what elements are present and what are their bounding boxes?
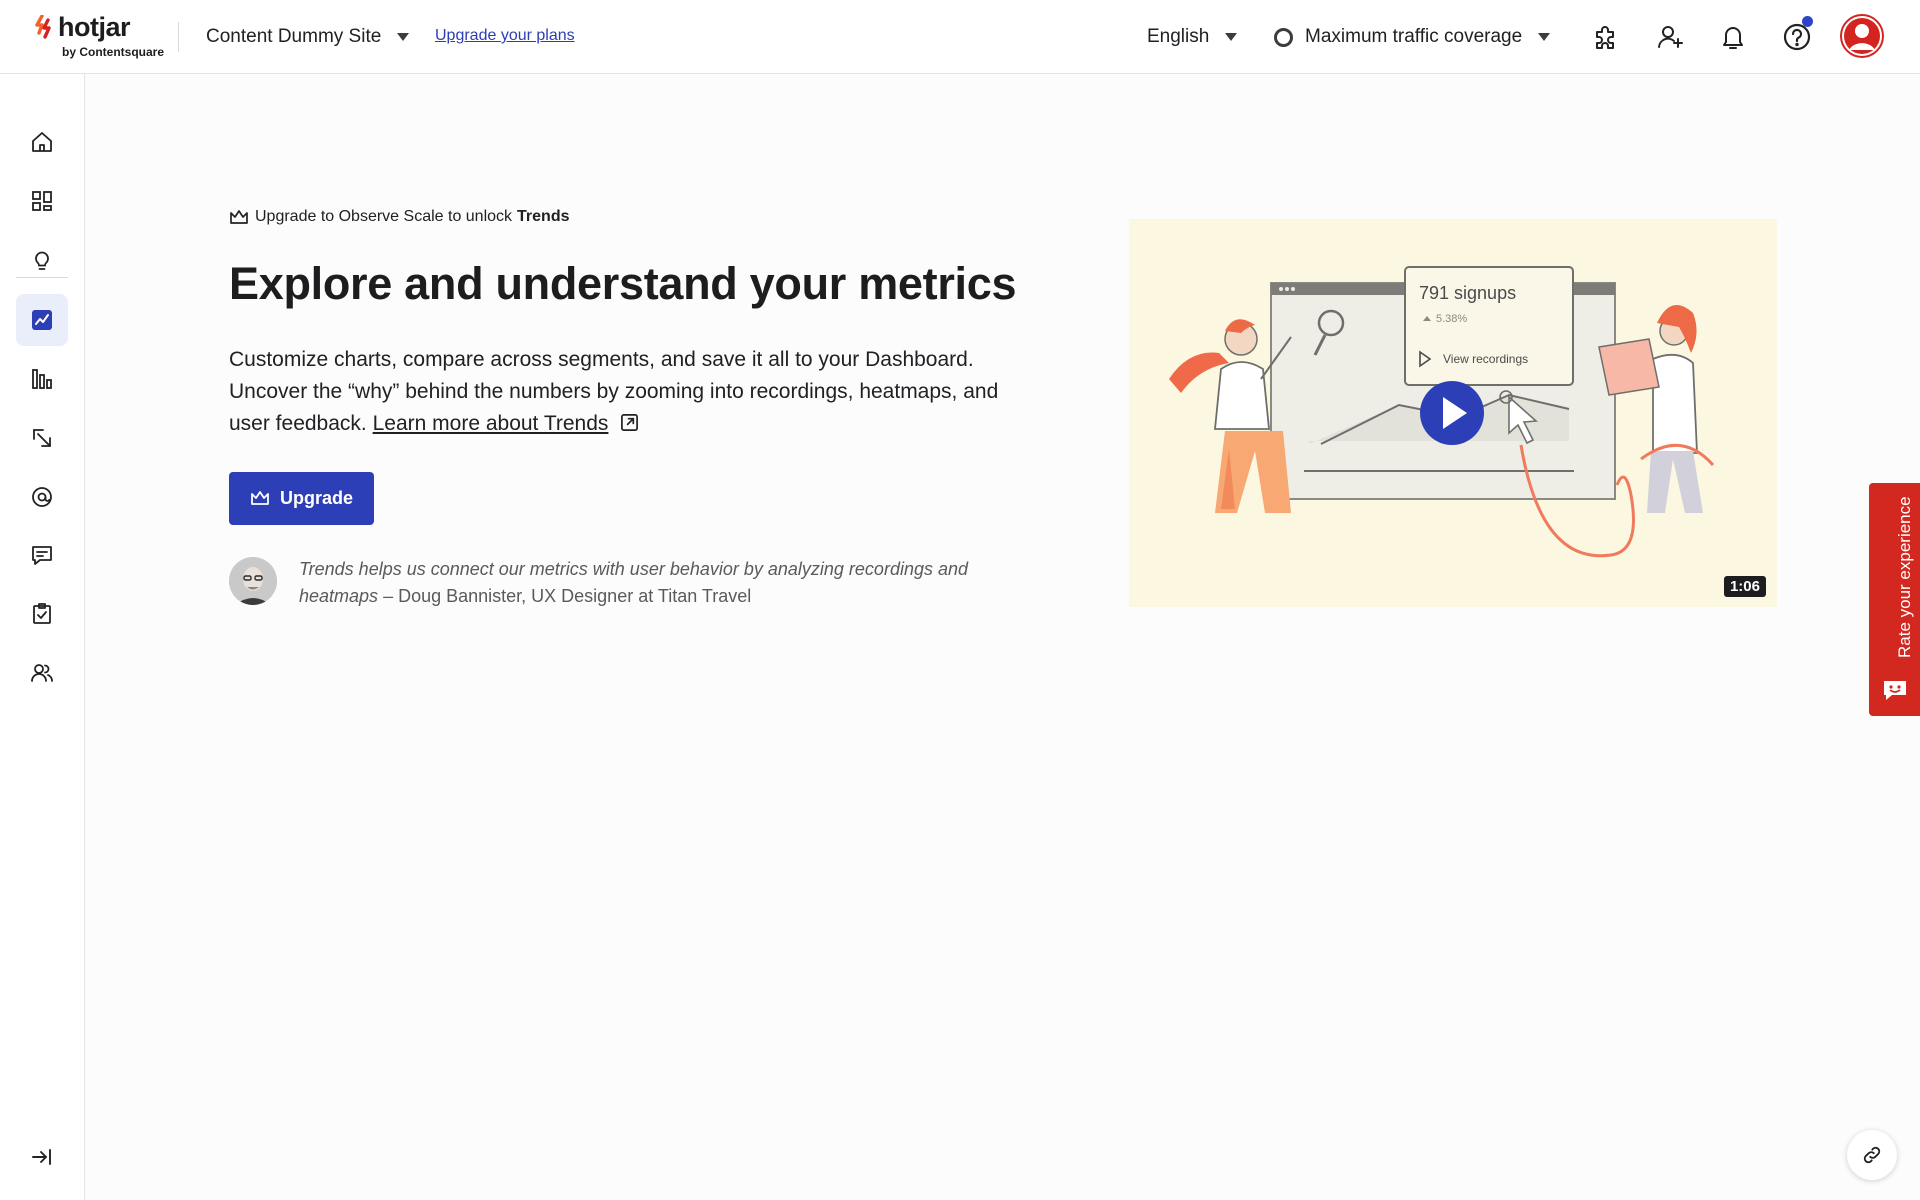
copy-link-button[interactable]	[1847, 1130, 1897, 1180]
smiley-feedback-icon	[1884, 681, 1906, 700]
external-link-icon[interactable]	[620, 413, 639, 432]
eyebrow-feature: Trends	[517, 208, 570, 225]
lightbulb-icon	[35, 251, 49, 270]
sidebar-item-trends[interactable]	[16, 294, 68, 346]
hotjar-logo[interactable]: hotjar by Contentsquare	[34, 12, 174, 62]
home-icon	[32, 132, 52, 152]
sidebar-item-heatmaps[interactable]	[16, 412, 68, 464]
chevron-down-icon	[397, 33, 410, 41]
funnels-icon	[32, 369, 52, 389]
page-description: Customize charts, compare across segment…	[229, 344, 1029, 440]
page-title: Explore and understand your metrics	[229, 258, 1017, 309]
testimonial-author: – Doug Bannister, UX Designer at Titan T…	[378, 586, 752, 606]
sidebar-item-funnels[interactable]	[16, 353, 68, 405]
invite-user-button[interactable]	[1652, 19, 1688, 55]
upgrade-button[interactable]: Upgrade	[229, 472, 374, 525]
sidebar	[0, 74, 85, 1200]
upgrade-eyebrow: Upgrade to Observe Scale to unlock Trend…	[229, 208, 570, 226]
heatmaps-icon	[33, 429, 51, 447]
sidebar-divider	[16, 277, 68, 278]
site-selector[interactable]: Content Dummy Site	[206, 24, 410, 50]
sidebar-item-home[interactable]	[16, 116, 68, 168]
video-signups-label: 791 signups	[1419, 283, 1516, 303]
header-divider	[178, 22, 179, 52]
testimonial: Trends helps us connect our metrics with…	[299, 556, 1039, 610]
help-button[interactable]	[1779, 16, 1815, 55]
interviews-icon	[31, 664, 53, 682]
dashboard-icon	[32, 191, 52, 211]
bell-icon	[1723, 27, 1743, 49]
integrations-button[interactable]	[1588, 19, 1624, 55]
add-user-icon	[1658, 26, 1683, 48]
surveys-icon	[33, 603, 51, 624]
link-icon	[1863, 1146, 1881, 1164]
trends-icon	[32, 310, 52, 330]
description-text: Customize charts, compare across segment…	[229, 348, 999, 435]
notification-dot	[1802, 16, 1813, 27]
recordings-icon	[32, 487, 52, 507]
sidebar-item-recordings[interactable]	[16, 471, 68, 523]
eyebrow-text: Upgrade to Observe Scale to unlock	[255, 208, 513, 225]
sidebar-item-surveys[interactable]	[16, 588, 68, 640]
upgrade-button-label: Upgrade	[279, 488, 353, 508]
user-avatar-icon	[1844, 18, 1880, 54]
traffic-coverage-selector[interactable]: Maximum traffic coverage	[1274, 24, 1551, 50]
sidebar-item-feedback[interactable]	[16, 529, 68, 581]
person-photo-icon	[229, 557, 277, 605]
language-selector[interactable]: English	[1147, 24, 1238, 50]
traffic-status-icon	[1274, 27, 1293, 47]
trends-illustration: 791 signups 5.38% View recordings	[1169, 266, 1715, 558]
chevron-down-icon	[1225, 33, 1238, 41]
rate-experience-tab[interactable]: Rate your experience	[1869, 483, 1920, 716]
hotjar-flame-icon	[35, 15, 51, 39]
site-name: Content Dummy Site	[206, 26, 382, 47]
learn-more-link[interactable]: Learn more about Trends	[373, 412, 609, 435]
chevron-down-icon	[1538, 33, 1551, 41]
crown-icon	[251, 491, 269, 505]
top-bar: hotjar by Contentsquare Content Dummy Si…	[0, 0, 1920, 74]
logo-subtext: by Contentsquare	[62, 45, 165, 59]
collapse-sidebar-button[interactable]	[16, 1131, 68, 1183]
puzzle-icon	[1596, 26, 1614, 49]
crown-icon	[230, 210, 248, 224]
sidebar-item-insights[interactable]	[16, 234, 68, 286]
video-change-label: 5.38%	[1436, 313, 1467, 325]
feedback-icon	[32, 546, 52, 565]
upgrade-plans-link[interactable]: Upgrade your plans	[435, 27, 575, 45]
sidebar-item-dashboard[interactable]	[16, 175, 68, 227]
trends-video-player[interactable]: 791 signups 5.38% View recordings 1:06	[1129, 219, 1777, 607]
video-duration: 1:06	[1723, 576, 1766, 597]
testimonial-avatar	[229, 557, 277, 605]
sidebar-item-interviews[interactable]	[16, 647, 68, 699]
collapse-sidebar-icon	[32, 1149, 51, 1165]
logo-text: hotjar	[58, 12, 131, 42]
user-avatar[interactable]	[1840, 14, 1884, 58]
video-view-recordings-label: View recordings	[1443, 352, 1528, 366]
language-label: English	[1147, 26, 1210, 47]
notifications-button[interactable]	[1715, 19, 1751, 55]
traffic-label: Maximum traffic coverage	[1305, 26, 1523, 47]
rate-experience-label: Rate your experience	[1895, 496, 1914, 658]
